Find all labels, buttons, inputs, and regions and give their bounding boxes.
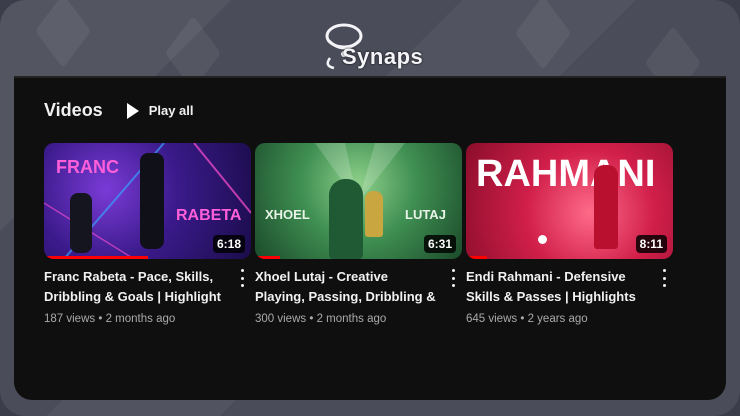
player-figure [140,153,164,249]
video-meta: Endi Rahmani - Defensive Skills & Passes… [466,267,673,325]
video-meta: Franc Rabeta - Pace, Skills, Dribbling &… [44,267,251,325]
video-duration: 6:18 [212,235,245,253]
app-frame: Synaps Videos Play all FRANC RABETA 6:18… [0,0,740,416]
video-stats: 300 views • 2 months ago [255,313,462,325]
trophy-graphic [365,191,383,237]
upload-age: 2 months ago [316,313,387,325]
watch-progress-bar [255,256,280,259]
video-card[interactable]: FRANC RABETA 6:18 Franc Rabeta - Pace, S… [44,143,251,325]
play-all-label: Play all [148,103,194,118]
separator: • [309,313,314,325]
background-cube [35,0,91,69]
watch-progress-bar [44,256,148,259]
video-title[interactable]: Franc Rabeta - Pace, Skills, Dribbling &… [44,267,229,307]
view-count: 645 views [466,313,518,325]
video-grid: FRANC RABETA 6:18 Franc Rabeta - Pace, S… [44,143,673,325]
view-count: 187 views [44,313,96,325]
channel-videos-panel: Videos Play all FRANC RABETA 6:18 Franc … [14,78,726,400]
more-options-icon[interactable] [659,269,669,287]
video-duration: 6:31 [423,235,456,253]
more-options-icon[interactable] [237,269,247,287]
separator: • [520,313,525,325]
video-card[interactable]: XHOEL LUTAJ 6:31 Xhoel Lutaj - Creative … [255,143,462,325]
player-figure [70,193,92,253]
thumbnail-text: RABETA [176,207,242,224]
video-stats: 645 views • 2 years ago [466,313,673,325]
brand-name: Synaps [342,44,424,69]
thumbnail-text: RAHMANI [476,153,656,195]
video-thumbnail[interactable]: RAHMANI 8:11 [466,143,673,259]
separator: • [98,313,103,325]
synaps-logo: Synaps [318,14,428,72]
football-graphic [538,235,547,244]
player-figure [594,165,618,249]
thumbnail-text: FRANC [56,157,119,177]
more-options-icon[interactable] [448,269,458,287]
view-count: 300 views [255,313,307,325]
video-meta: Xhoel Lutaj - Creative Playing, Passing,… [255,267,462,325]
thumbnail-text: XHOEL [265,207,310,222]
video-duration: 8:11 [635,235,667,253]
upload-age: 2 months ago [105,313,176,325]
section-header: Videos Play all [44,100,194,121]
upload-age: 2 years ago [527,313,588,325]
play-all-button[interactable]: Play all [126,102,194,119]
video-title[interactable]: Xhoel Lutaj - Creative Playing, Passing,… [255,267,440,307]
video-title[interactable]: Endi Rahmani - Defensive Skills & Passes… [466,267,651,307]
video-thumbnail[interactable]: XHOEL LUTAJ 6:31 [255,143,462,259]
watch-progress-bar [466,256,487,259]
video-card[interactable]: RAHMANI 8:11 Endi Rahmani - Defensive Sk… [466,143,673,325]
player-figure [329,179,363,259]
video-stats: 187 views • 2 months ago [44,313,251,325]
section-title: Videos [44,100,103,120]
play-icon [126,102,139,119]
thumbnail-text: LUTAJ [405,207,446,222]
background-cube [515,0,571,71]
video-thumbnail[interactable]: FRANC RABETA 6:18 [44,143,251,259]
